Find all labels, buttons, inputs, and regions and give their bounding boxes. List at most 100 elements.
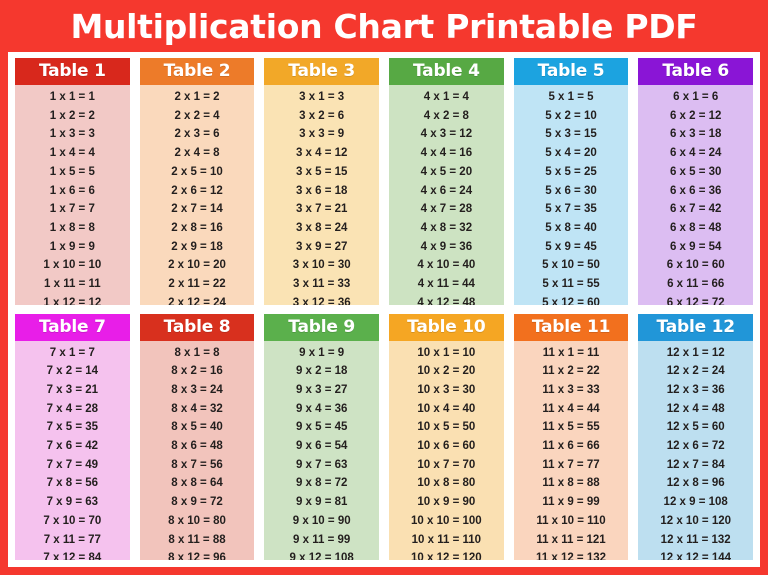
- fact-row: 7 x 4 = 28: [46, 402, 99, 415]
- fact-row: 8 x 11 = 88: [168, 533, 226, 546]
- fact-row: 10 x 9 = 90: [417, 496, 476, 509]
- table-header-6: Table 6: [638, 58, 754, 85]
- fact-row: 5 x 9 = 45: [545, 240, 597, 253]
- fact-row: 3 x 3 = 9: [299, 128, 345, 141]
- fact-row: 6 x 10 = 60: [666, 259, 725, 272]
- fact-row: 10 x 2 = 20: [417, 365, 476, 378]
- fact-row: 3 x 2 = 6: [299, 109, 345, 122]
- table-body-11: 11 x 1 = 11 11 x 2 = 22 11 x 3 = 33 11 x 4 …: [513, 340, 629, 560]
- table-header-8: Table 8: [139, 313, 255, 341]
- fact-row: 11 x 10 = 110: [536, 514, 606, 527]
- table-header-10: Table 10: [389, 313, 504, 341]
- fact-row: 9 x 6 = 54: [295, 440, 348, 453]
- fact-row: 6 x 5 = 30: [669, 165, 722, 178]
- fact-row: 9 x 11 = 99: [293, 533, 351, 546]
- fact-row: 5 x 6 = 30: [545, 184, 597, 197]
- fact-row: 3 x 9 = 27: [295, 240, 348, 253]
- table-header-9: Table 9: [264, 313, 380, 341]
- fact-row: 6 x 3 = 18: [669, 128, 722, 141]
- fact-row: 10 x 6 = 60: [417, 440, 476, 453]
- table-card-5: Table 55 x 1 = 55 x 2 = 10 5 x 3 = 15 5 x …: [513, 58, 629, 305]
- fact-row: 4 x 12 = 48: [417, 296, 476, 305]
- fact-row: 10 x 3 = 30: [417, 383, 476, 396]
- fact-row: 3 x 4 = 12: [295, 147, 348, 160]
- table-header-4: Table 4: [389, 58, 504, 85]
- table-header-11: Table 11: [513, 313, 629, 341]
- table-body-2: 2 x 1 = 2 2 x 2 = 4 2 x 3 = 6 2 x 4 = 8 2 x …: [139, 85, 255, 305]
- fact-row: 3 x 1 = 3: [299, 91, 345, 103]
- fact-row: 1 x 6 = 6: [49, 184, 95, 197]
- fact-row: 10 x 7 = 70: [417, 458, 476, 471]
- fact-row: 8 x 5 = 40: [171, 421, 223, 434]
- fact-row: 1 x 7 = 7: [49, 203, 95, 216]
- fact-row: 8 x 1 = 8: [174, 346, 220, 359]
- table-header-3: Table 3: [264, 58, 380, 85]
- fact-row: 11 x 11 = 121: [536, 533, 606, 546]
- fact-row: 10 x 8 = 80: [417, 477, 476, 490]
- fact-row: 7 x 3 = 21: [46, 383, 99, 396]
- fact-row: 9 x 3 = 27: [295, 383, 348, 396]
- fact-row: 4 x 6 = 24: [420, 184, 473, 197]
- fact-row: 4 x 9 = 36: [420, 240, 473, 253]
- fact-row: 10 x 4 = 40: [417, 402, 476, 415]
- fact-row: 11 x 12 = 132: [536, 552, 607, 560]
- table-header-12: Table 12: [638, 313, 754, 341]
- fact-row: 9 x 1 = 9: [299, 346, 345, 359]
- table-card-11: Table 11 11 x 1 = 11 11 x 2 = 22 11 x 3 = 3…: [513, 313, 629, 560]
- fact-row: 10 x 11 = 110: [411, 533, 482, 546]
- table-card-9: Table 99 x 1 = 99 x 2 = 18 9 x 3 = 27 9 x …: [264, 313, 380, 560]
- fact-row: 2 x 10 = 20: [168, 259, 226, 272]
- fact-row: 5 x 10 = 50: [542, 259, 600, 272]
- fact-row: 6 x 7 = 42: [669, 203, 722, 216]
- fact-row: 3 x 7 = 21: [295, 203, 348, 216]
- table-body-3: 3 x 1 = 3 3 x 2 = 6 3 x 3 = 9 3 x 4 = 12 3 x…: [264, 85, 380, 305]
- fact-row: 8 x 6 = 48: [171, 440, 223, 453]
- fact-row: 12 x 2 = 24: [666, 365, 725, 378]
- table-body-12: 12 x 1 = 12 12 x 2 = 24 12 x 3 = 36 12 x 4 …: [638, 340, 754, 560]
- fact-row: 9 x 12 = 108: [289, 552, 354, 560]
- fact-row: 8 x 4 = 32: [171, 402, 223, 415]
- fact-row: 1 x 4 = 4: [49, 147, 95, 160]
- fact-row: 8 x 9 = 72: [171, 496, 223, 509]
- fact-row: 4 x 7 = 28: [420, 203, 473, 216]
- fact-row: 5 x 1 = 5: [548, 91, 594, 103]
- fact-row: 11 x 8 = 88: [542, 477, 600, 490]
- fact-row: 11 x 3 = 33: [542, 383, 600, 396]
- table-body-5: 5 x 1 = 5 5 x 2 = 10 5 x 3 = 15 5 x 4 = 20 5…: [513, 85, 629, 305]
- fact-row: 2 x 3 = 6: [174, 128, 220, 141]
- table-body-9: 9 x 1 = 9 9 x 2 = 18 9 x 3 = 27 9 x 4 = 36 9…: [264, 340, 380, 560]
- fact-row: 5 x 3 = 15: [545, 128, 597, 141]
- fact-row: 2 x 11 = 22: [168, 278, 226, 291]
- fact-row: 4 x 5 = 20: [420, 165, 473, 178]
- fact-row: 12 x 1 = 12: [666, 346, 725, 359]
- fact-row: 12 x 10 = 120: [660, 514, 732, 527]
- fact-row: 2 x 5 = 10: [171, 165, 223, 178]
- fact-row: 1 x 12 = 12: [43, 296, 102, 305]
- fact-row: 10 x 5 = 50: [417, 421, 476, 434]
- fact-row: 8 x 3 = 24: [171, 383, 223, 396]
- fact-row: 5 x 5 = 25: [545, 165, 597, 178]
- fact-row: 7 x 6 = 42: [46, 440, 99, 453]
- table-header-7: Table 7: [15, 313, 130, 341]
- table-card-4: Table 4 4 x 1 = 4 4 x 2 = 8 4 x 3 = 12 4 x 4…: [389, 58, 504, 305]
- fact-row: 11 x 9 = 99: [542, 496, 600, 509]
- fact-row: 6 x 6 = 36: [669, 184, 722, 197]
- table-body-6: 6 x 1 = 6 6 x 2 = 12 6 x 3 = 18 6 x 4 = 24 6…: [638, 85, 754, 305]
- fact-row: 11 x 6 = 66: [542, 440, 600, 453]
- fact-row: 4 x 4 = 16: [420, 147, 473, 160]
- fact-row: 1 x 10 = 10: [43, 259, 102, 272]
- fact-row: 8 x 2 = 16: [171, 365, 223, 378]
- fact-row: 10 x 1 = 10: [417, 346, 476, 359]
- fact-row: 5 x 2 = 10: [545, 109, 597, 122]
- fact-row: 7 x 5 = 35: [46, 421, 99, 434]
- table-card-7: Table 77 x 1 = 77 x 2 = 14 7 x 3 = 21 7 x …: [15, 313, 130, 560]
- fact-row: 1 x 9 = 9: [49, 240, 95, 253]
- fact-row: 12 x 8 = 96: [666, 477, 725, 490]
- fact-row: 1 x 1 = 1: [49, 91, 95, 103]
- fact-row: 11 x 7 = 77: [542, 458, 600, 471]
- fact-row: 2 x 8 = 16: [171, 221, 223, 234]
- fact-row: 1 x 11 = 11: [44, 278, 101, 291]
- fact-row: 5 x 8 = 40: [545, 221, 597, 234]
- table-card-3: Table 3 3 x 1 = 3 3 x 2 = 6 3 x 3 = 9 3 x 4 …: [264, 58, 380, 305]
- fact-row: 11 x 4 = 44: [542, 402, 600, 415]
